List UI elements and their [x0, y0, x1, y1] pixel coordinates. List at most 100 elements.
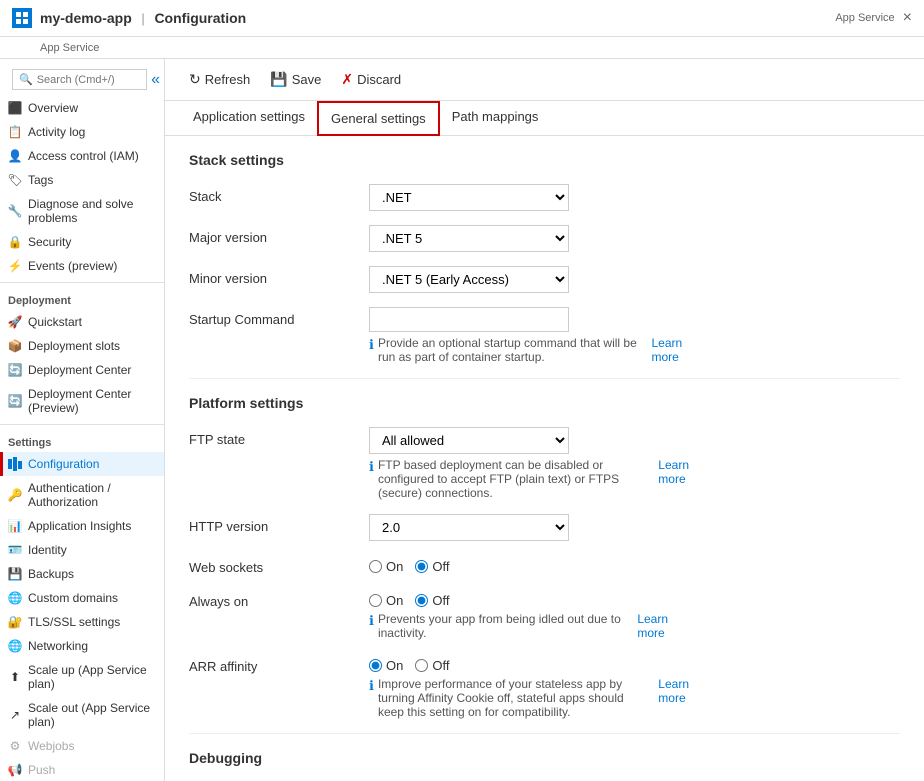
scale-out-icon: ↗ [8, 708, 22, 722]
sidebar-item-label: Deployment Center (Preview) [28, 387, 156, 415]
sidebar-item-webjobs: ⚙ Webjobs [0, 734, 164, 758]
stack-select[interactable]: .NET Node PHP [369, 184, 569, 211]
always-on-learn-more-link[interactable]: Learn more [637, 612, 689, 640]
sidebar: 🔍 « ⬛ Overview 📋 Activity log 👤 Access c… [0, 59, 165, 781]
always-on-option[interactable]: On [369, 593, 403, 608]
search-input[interactable] [37, 74, 140, 86]
http-version-select[interactable]: 1.1 2.0 [369, 514, 569, 541]
major-version-select[interactable]: .NET 5 .NET Core 3.1 [369, 225, 569, 252]
always-on-control: On Off ℹ Prevents your app from being id… [369, 589, 689, 640]
sidebar-item-scale-out[interactable]: ↗ Scale out (App Service plan) [0, 696, 164, 734]
sidebar-item-deployment-center-preview[interactable]: 🔄 Deployment Center (Preview) [0, 382, 164, 420]
overview-icon: ⬛ [8, 101, 22, 115]
sidebar-item-push: 📢 Push [0, 758, 164, 781]
sidebar-item-label: Webjobs [28, 739, 74, 753]
arr-learn-more-link[interactable]: Learn more [658, 677, 689, 705]
tab-path-mappings[interactable]: Path mappings [440, 101, 551, 136]
sidebar-item-label: Events (preview) [28, 259, 117, 273]
sidebar-item-deployment-slots[interactable]: 📦 Deployment slots [0, 334, 164, 358]
sidebar-item-quickstart[interactable]: 🚀 Quickstart [0, 310, 164, 334]
sidebar-item-diagnose[interactable]: 🔧 Diagnose and solve problems [0, 192, 164, 230]
sidebar-collapse-icon[interactable]: « [151, 71, 160, 89]
sidebar-item-security[interactable]: 🔒 Security [0, 230, 164, 254]
search-box[interactable]: 🔍 [12, 69, 147, 90]
always-on-on-radio[interactable] [369, 594, 382, 607]
activity-log-icon: 📋 [8, 125, 22, 139]
ftp-learn-more-link[interactable]: Learn more [658, 458, 689, 486]
always-on-info-icon: ℹ [369, 613, 374, 629]
sidebar-item-configuration[interactable]: Configuration [0, 452, 164, 476]
arr-affinity-radio-group: On Off [369, 654, 689, 673]
section-divider-2 [189, 733, 900, 734]
web-sockets-on-radio[interactable] [369, 560, 382, 573]
networking-icon: 🌐 [8, 639, 22, 653]
web-sockets-row: Web sockets On Off [189, 555, 900, 575]
http-version-label: HTTP version [189, 514, 369, 534]
title-app-name: my-demo-app | Configuration [40, 10, 246, 26]
startup-command-info: ℹ Provide an optional startup command th… [369, 336, 689, 364]
sidebar-item-access-control[interactable]: 👤 Access control (IAM) [0, 144, 164, 168]
app-service-subtitle: App Service [0, 37, 924, 59]
arr-affinity-label: ARR affinity [189, 654, 369, 674]
auth-icon: 🔑 [8, 488, 22, 502]
ftp-state-row: FTP state All allowed FTPS only Disabled… [189, 427, 900, 500]
arr-affinity-off-option[interactable]: Off [415, 658, 449, 673]
minor-version-select[interactable]: .NET 5 (Early Access) .NET 5 [369, 266, 569, 293]
ftp-state-info: ℹ FTP based deployment can be disabled o… [369, 458, 689, 500]
deployment-slots-icon: 📦 [8, 339, 22, 353]
sidebar-item-label: Diagnose and solve problems [28, 197, 156, 225]
sidebar-item-tags[interactable]: 🏷 Tags [0, 168, 164, 192]
arr-affinity-on-radio[interactable] [369, 659, 382, 672]
title-bar: my-demo-app | Configuration App Service … [0, 0, 924, 37]
http-version-row: HTTP version 1.1 2.0 [189, 514, 900, 541]
tab-general-settings[interactable]: General settings [317, 101, 440, 136]
sidebar-item-label: Networking [28, 639, 88, 653]
http-version-control: 1.1 2.0 [369, 514, 689, 541]
sidebar-item-label: Scale out (App Service plan) [28, 701, 156, 729]
sidebar-item-networking[interactable]: 🌐 Networking [0, 634, 164, 658]
tab-application-settings[interactable]: Application settings [181, 101, 317, 136]
content-scroll: Stack settings Stack .NET Node PHP Major… [165, 136, 924, 781]
sidebar-item-label: Quickstart [28, 315, 82, 329]
sidebar-item-activity-log[interactable]: 📋 Activity log [0, 120, 164, 144]
always-on-off-radio[interactable] [415, 594, 428, 607]
always-off-option[interactable]: Off [415, 593, 449, 608]
web-sockets-on-option[interactable]: On [369, 559, 403, 574]
sidebar-item-scale-up[interactable]: ⬆ Scale up (App Service plan) [0, 658, 164, 696]
arr-affinity-on-option[interactable]: On [369, 658, 403, 673]
ftp-state-select[interactable]: All allowed FTPS only Disabled [369, 427, 569, 454]
web-sockets-off-option[interactable]: Off [415, 559, 449, 574]
sidebar-item-label: Overview [28, 101, 78, 115]
save-button[interactable]: 💾 Save [262, 67, 329, 92]
sidebar-item-auth[interactable]: 🔑 Authentication / Authorization [0, 476, 164, 514]
startup-learn-more-link[interactable]: Learn more [651, 336, 689, 364]
sidebar-item-deployment-center[interactable]: 🔄 Deployment Center [0, 358, 164, 382]
backups-icon: 💾 [8, 567, 22, 581]
search-icon: 🔍 [19, 73, 33, 86]
startup-command-input[interactable] [369, 307, 569, 332]
sidebar-item-tls-ssl[interactable]: 🔐 TLS/SSL settings [0, 610, 164, 634]
minor-version-label: Minor version [189, 266, 369, 286]
configuration-icon [8, 457, 22, 471]
discard-button[interactable]: ✗ Discard [333, 67, 409, 92]
sidebar-item-overview[interactable]: ⬛ Overview [0, 96, 164, 120]
refresh-button[interactable]: ↻ Refresh [181, 67, 258, 92]
always-on-radio-group: On Off [369, 589, 689, 608]
scale-up-icon: ⬆ [8, 670, 22, 684]
arr-affinity-row: ARR affinity On Off [189, 654, 900, 719]
sidebar-item-custom-domains[interactable]: 🌐 Custom domains [0, 586, 164, 610]
web-sockets-control: On Off [369, 555, 689, 574]
platform-settings-section: Platform settings FTP state All allowed … [189, 395, 900, 719]
tags-icon: 🏷 [8, 173, 22, 187]
sidebar-item-events[interactable]: ⚡ Events (preview) [0, 254, 164, 278]
close-button[interactable]: × [903, 9, 912, 27]
tls-ssl-icon: 🔐 [8, 615, 22, 629]
web-sockets-off-radio[interactable] [415, 560, 428, 573]
ftp-state-control: All allowed FTPS only Disabled ℹ FTP bas… [369, 427, 689, 500]
arr-affinity-off-radio[interactable] [415, 659, 428, 672]
sidebar-item-app-insights[interactable]: 📊 Application Insights [0, 514, 164, 538]
sidebar-item-backups[interactable]: 💾 Backups [0, 562, 164, 586]
sidebar-item-identity[interactable]: 🪪 Identity [0, 538, 164, 562]
stack-row: Stack .NET Node PHP [189, 184, 900, 211]
sidebar-item-label: Activity log [28, 125, 85, 139]
